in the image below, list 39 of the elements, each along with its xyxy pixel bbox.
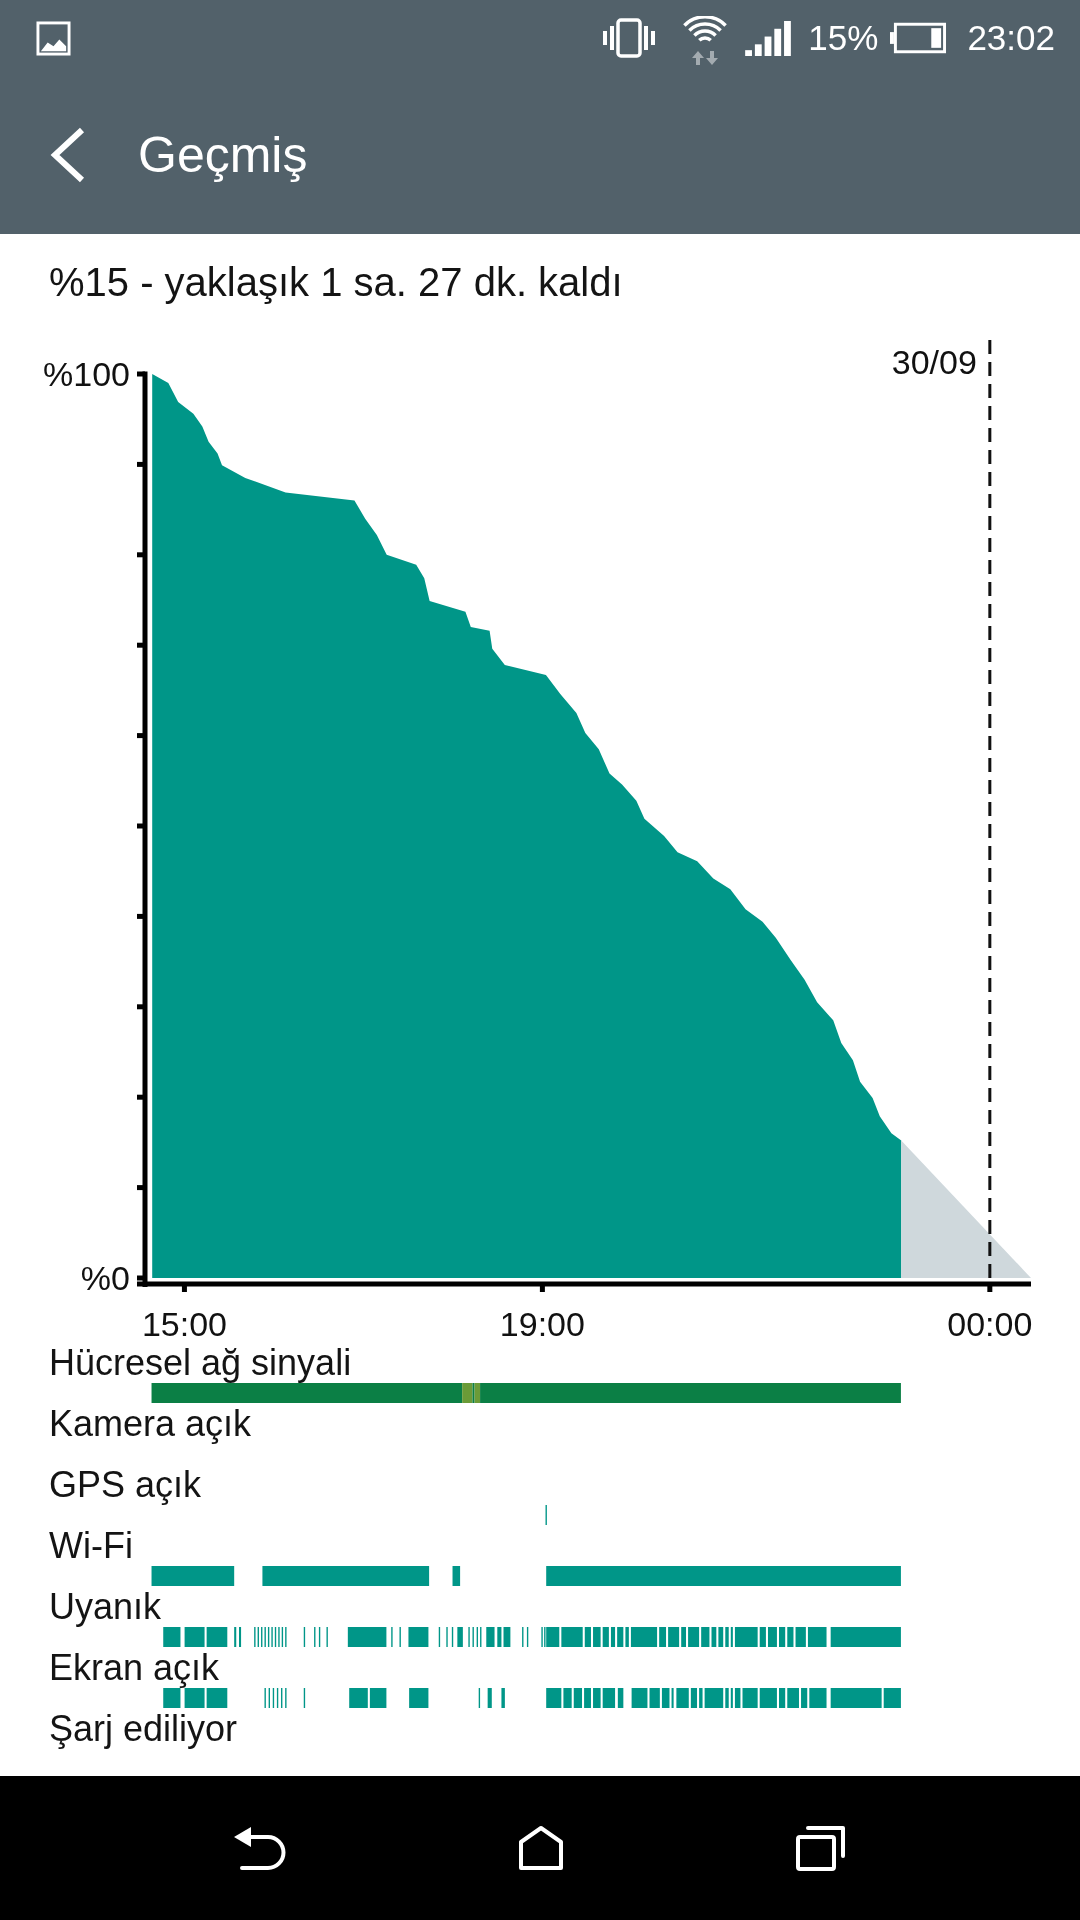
activity-label: Uyanık — [49, 1586, 162, 1627]
screen-on-segment — [478, 1688, 481, 1708]
screen-on-segment — [206, 1688, 228, 1708]
date-label: 30/09 — [891, 343, 977, 381]
home-icon[interactable] — [518, 1825, 564, 1871]
screen-title: Geçmiş — [138, 126, 308, 184]
activity-label: Hücresel ağ sinyali — [49, 1342, 352, 1383]
vibrate-icon — [601, 18, 658, 58]
screen-on-segment — [584, 1688, 591, 1708]
clock: 23:02 — [967, 18, 1055, 58]
screen-on-segment — [369, 1688, 387, 1708]
image-icon — [36, 20, 71, 56]
screen-on-segment — [349, 1688, 368, 1708]
battery-icon — [890, 22, 948, 54]
back-icon[interactable] — [234, 1825, 286, 1871]
x-axis-label: 00:00 — [947, 1305, 1033, 1342]
y-axis-label: %100 — [43, 354, 130, 393]
y-axis-label: %0 — [80, 1258, 130, 1297]
activity-label: Ekran açık — [49, 1647, 220, 1688]
wifi-on-segment — [452, 1566, 461, 1586]
activity-label: Wi-Fi — [49, 1525, 133, 1566]
screen-on-segment — [303, 1688, 306, 1708]
x-axis-label: 19:00 — [499, 1305, 585, 1342]
activity-label: GPS açık — [49, 1464, 202, 1505]
recents-icon[interactable] — [796, 1825, 846, 1871]
back-icon[interactable] — [50, 127, 86, 183]
activity-label: Kamera açık — [49, 1403, 252, 1444]
screen-on-segment — [573, 1688, 582, 1708]
screen-on-segment — [184, 1688, 205, 1708]
screen-on-segment — [759, 1688, 777, 1708]
screen-on-segment — [409, 1688, 429, 1708]
battery-percent: 15% — [808, 18, 879, 58]
battery-estimate-text: %15 - yaklaşık 1 sa. 27 dk. kaldı — [49, 260, 623, 304]
x-axis-label: 15:00 — [141, 1305, 227, 1342]
activity-label: Şarj ediliyor — [49, 1708, 238, 1749]
screen-on-segment — [163, 1688, 181, 1708]
screen-on-segment — [501, 1688, 505, 1708]
screen-on-segment — [487, 1688, 492, 1708]
signal-icon — [745, 20, 793, 56]
